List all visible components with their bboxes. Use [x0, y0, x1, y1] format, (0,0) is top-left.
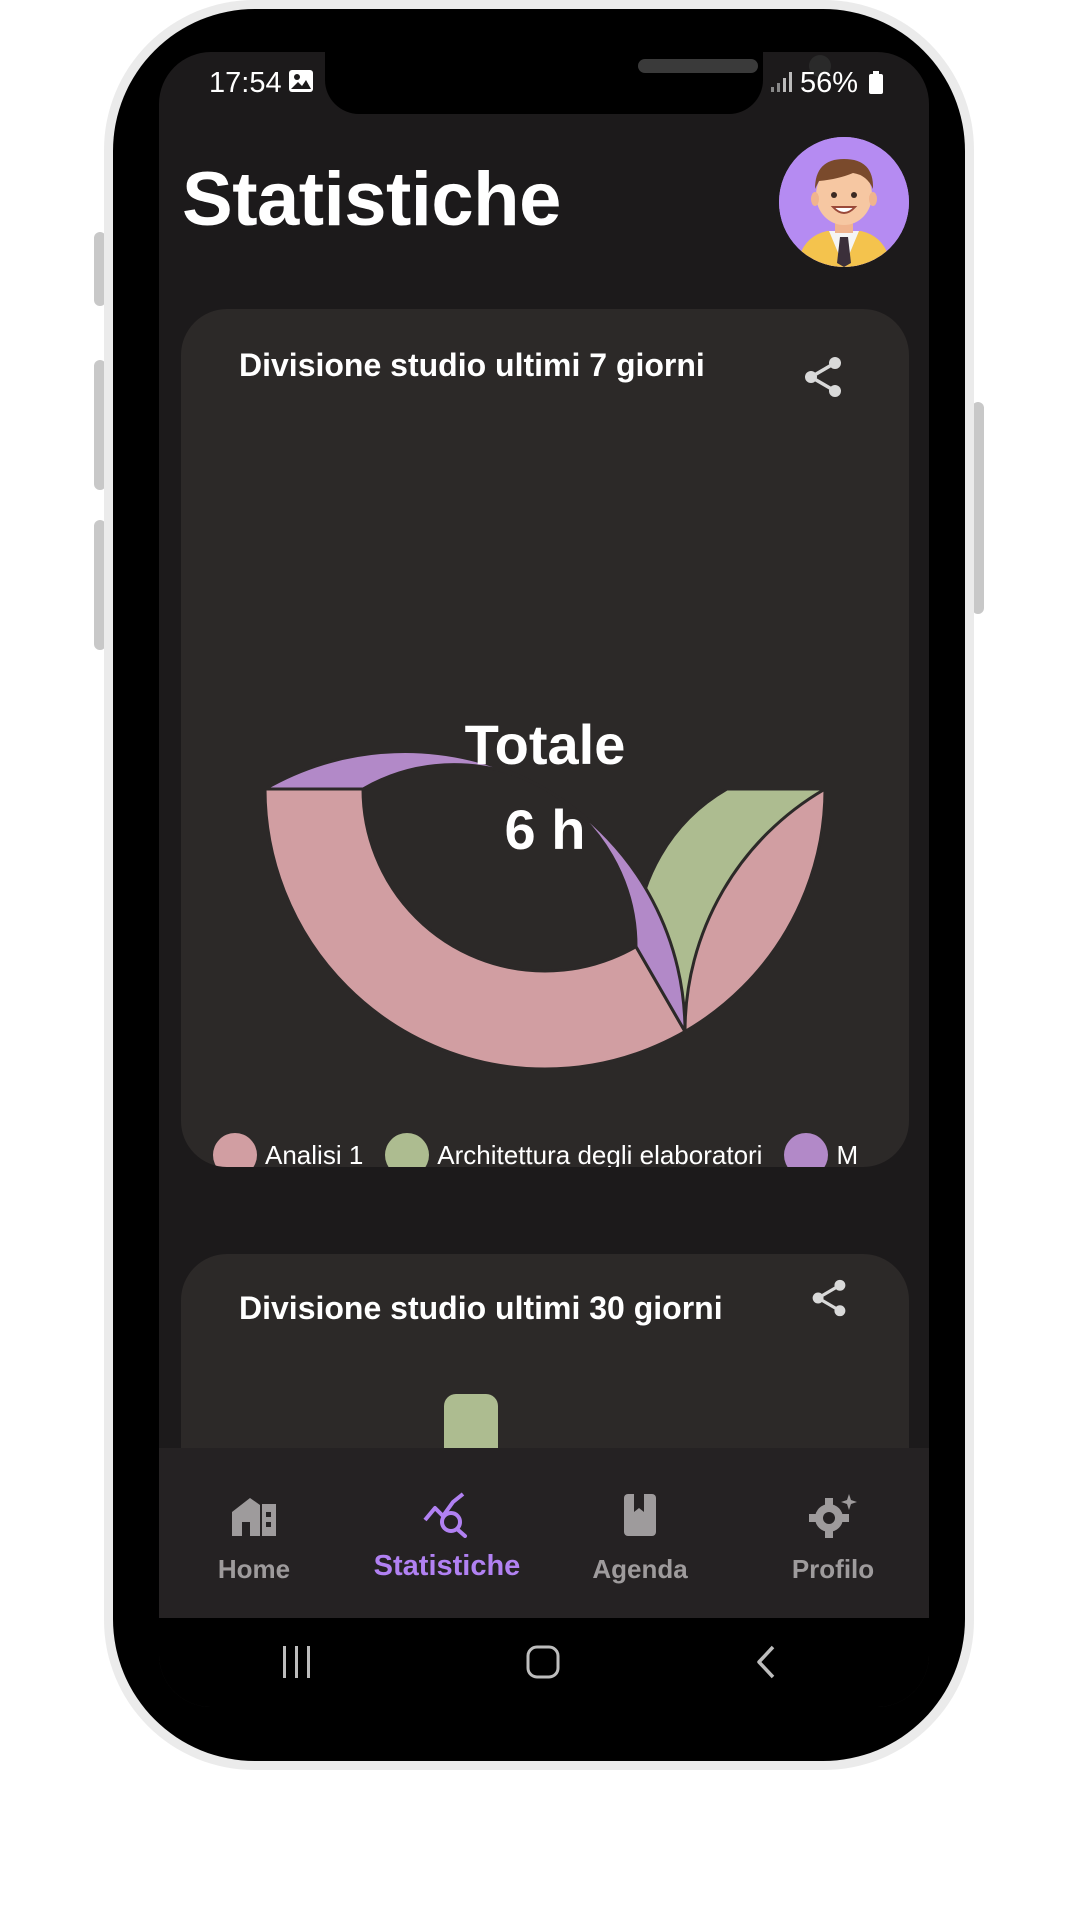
bottom-nav: Home Statistiche Agenda Profilo: [159, 1448, 929, 1618]
avatar[interactable]: [779, 137, 909, 267]
battery-icon: [868, 71, 884, 100]
legend-label: Analisi 1: [265, 1139, 364, 1168]
nav-item-profilo[interactable]: Profilo: [738, 1492, 928, 1585]
nav-label: Profilo: [791, 1554, 875, 1584]
legend-dot: [385, 1133, 430, 1167]
card-title: Divisione studio ultimi 7 giorni: [239, 347, 705, 383]
nav-item-agenda[interactable]: Agenda: [545, 1492, 735, 1585]
nav-item-statistiche[interactable]: Statistiche: [352, 1492, 542, 1583]
legend-dot: [213, 1133, 257, 1167]
card-title: Divisione studio ultimi 30 giorni: [239, 1290, 723, 1326]
legend-item-architettura: Architettura degli elaboratori: [385, 1133, 762, 1167]
page-title: Statistiche: [182, 157, 561, 242]
settings-icon: [809, 1494, 857, 1538]
nav-label: Home: [217, 1554, 291, 1584]
signal-icon: [771, 71, 795, 98]
share-icon[interactable]: [809, 1278, 849, 1323]
donut-center-label: Totale: [464, 713, 626, 776]
nav-label: Statistiche: [373, 1550, 521, 1582]
legend-label: M: [836, 1139, 859, 1168]
system-nav-bar: [159, 1618, 929, 1707]
home-icon: [232, 1498, 276, 1536]
share-icon[interactable]: [801, 355, 845, 404]
agenda-icon: [624, 1494, 656, 1536]
chart-legend: Analisi 1 Architettura degli elaboratori…: [213, 1133, 880, 1167]
study-division-7-days-card: Divisione studio ultimi 7 giorni Totale …: [181, 309, 909, 1167]
legend-item-analisi: Analisi 1: [213, 1133, 363, 1167]
speaker: [638, 59, 758, 73]
stats-icon: [423, 1492, 467, 1538]
donut-chart: [265, 750, 825, 1069]
nav-item-home[interactable]: Home: [159, 1492, 349, 1585]
legend-item-m: M: [784, 1133, 858, 1167]
image-icon: [288, 69, 314, 98]
nav-label: Agenda: [592, 1554, 688, 1584]
donut-center-value: 6 h: [504, 798, 586, 861]
battery-percentage: 56%: [800, 67, 859, 99]
recent-apps-icon[interactable]: [279, 1644, 315, 1685]
status-time: 17:54: [209, 67, 282, 99]
camera-notch: [325, 52, 831, 114]
legend-label: Architettura degli elaboratori: [437, 1139, 763, 1168]
legend-dot: [784, 1133, 829, 1167]
user-avatar-icon: [779, 137, 909, 267]
back-icon[interactable]: [749, 1644, 785, 1685]
screen: 17:54 56% Statistiche Divisione studio u…: [159, 52, 929, 1707]
home-button-icon[interactable]: [525, 1644, 561, 1685]
